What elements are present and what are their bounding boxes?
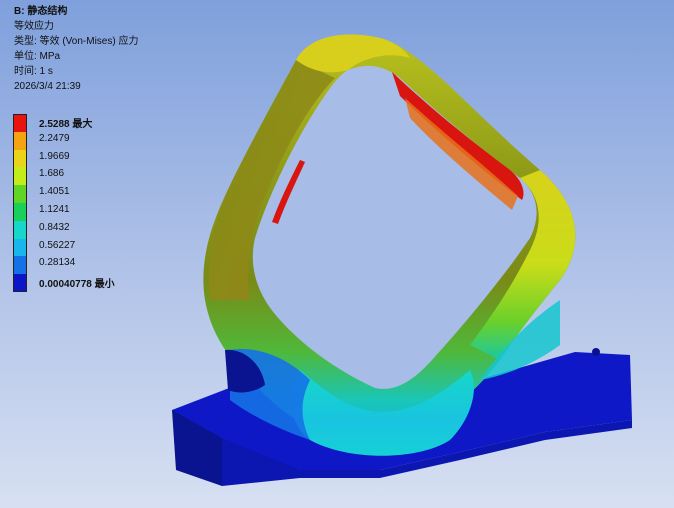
bolt-hole <box>592 348 600 356</box>
fea-model-viewport[interactable] <box>0 0 674 508</box>
